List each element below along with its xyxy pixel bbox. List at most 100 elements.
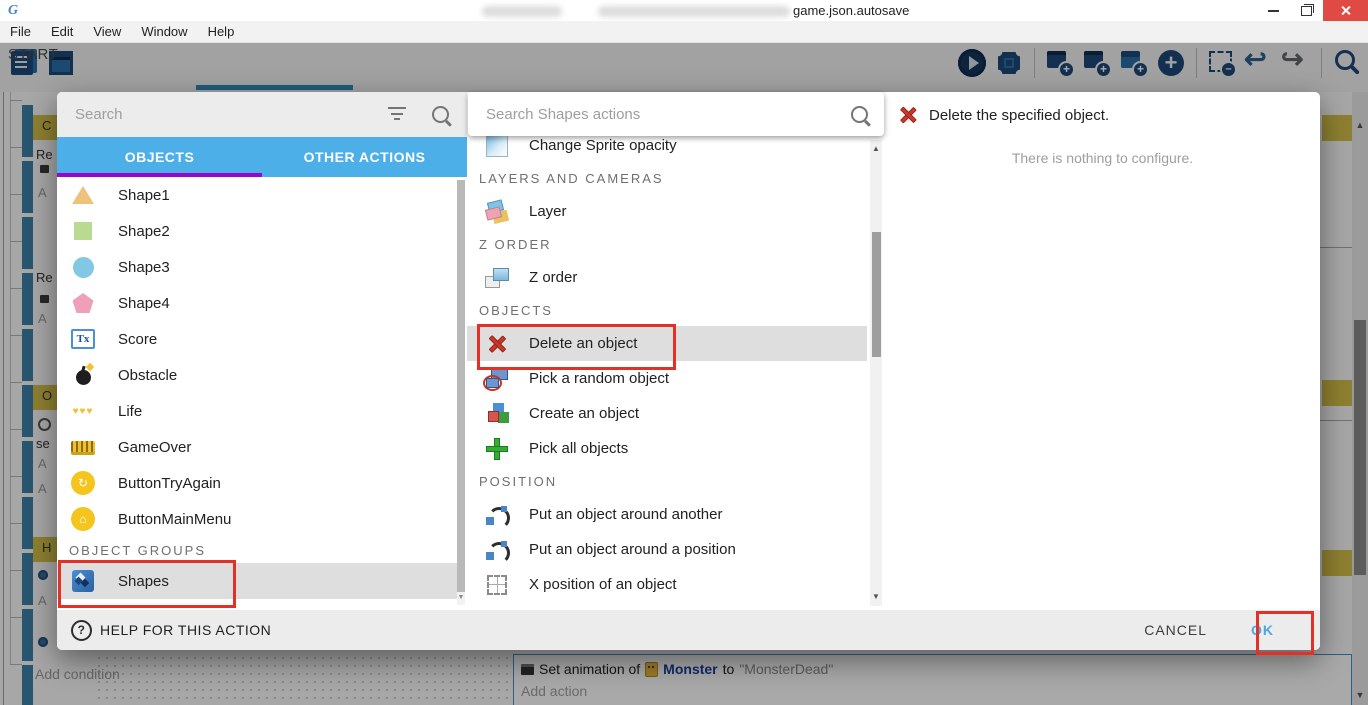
search-icon[interactable] bbox=[432, 106, 449, 123]
action-label: Put an object around a position bbox=[529, 541, 736, 558]
action-label: Layer bbox=[529, 203, 567, 220]
action-label: Delete an object bbox=[529, 335, 637, 352]
object-list-item-shape3[interactable]: Shape3 bbox=[57, 249, 461, 285]
bomb-icon bbox=[70, 366, 96, 385]
object-label: Shape4 bbox=[118, 295, 170, 312]
x-position-icon bbox=[485, 575, 509, 595]
menu-window[interactable]: Window bbox=[131, 24, 197, 39]
search-icon[interactable] bbox=[851, 106, 868, 123]
delete-object-icon bbox=[899, 106, 916, 123]
object-label: Life bbox=[118, 403, 142, 420]
objects-panel: OBJECTS OTHER ACTIONS Shape1 Shape2 Shape3… bbox=[57, 92, 467, 610]
action-label: Pick a random object bbox=[529, 370, 669, 387]
action-item-put-an-object-around-another[interactable]: Put an object around another bbox=[467, 497, 867, 532]
action-label: Put an object around another bbox=[529, 506, 722, 523]
retry-button-icon bbox=[70, 471, 96, 495]
scroll-up-icon[interactable]: ▲ bbox=[870, 144, 882, 153]
action-label: Z order bbox=[529, 269, 577, 286]
action-list-scrollbar[interactable]: ▲ ▼ bbox=[870, 140, 882, 606]
action-description-header: Delete the specified object. bbox=[899, 106, 1109, 124]
object-list: Shape1 Shape2 Shape3 Shape4 Score Obstacle Lif… bbox=[57, 177, 461, 537]
object-list-item-shape1[interactable]: Shape1 bbox=[57, 177, 461, 213]
action-item-delete-an-object[interactable]: Delete an object bbox=[467, 326, 867, 361]
menu-view[interactable]: View bbox=[83, 24, 131, 39]
action-label: Change Sprite opacity bbox=[529, 137, 677, 154]
home-button-icon bbox=[70, 507, 96, 531]
object-label: Shape2 bbox=[118, 223, 170, 240]
group-label: Shapes bbox=[118, 573, 169, 590]
scroll-down-icon[interactable]: ▼ bbox=[457, 594, 465, 601]
banner-icon bbox=[70, 441, 96, 453]
opacity-icon bbox=[485, 135, 509, 157]
menu-bar: FileEditViewWindowHelp bbox=[0, 21, 1368, 43]
help-for-this-action-button[interactable]: ? HELP FOR THIS ACTION bbox=[71, 620, 271, 641]
object-list-item-buttonmainmenu[interactable]: ButtonMainMenu bbox=[57, 501, 461, 537]
filter-icon[interactable] bbox=[388, 107, 406, 122]
object-list-scrollbar[interactable]: ▼ bbox=[457, 180, 465, 605]
object-list-item-score[interactable]: Score bbox=[57, 321, 461, 357]
circle-icon bbox=[70, 257, 96, 278]
action-item-layer[interactable]: Layer bbox=[467, 194, 867, 229]
around-position-icon bbox=[485, 540, 509, 560]
group-list-item-shapes[interactable]: Shapes bbox=[57, 563, 461, 599]
object-list-item-shape4[interactable]: Shape4 bbox=[57, 285, 461, 321]
redacted-path-blur bbox=[598, 6, 790, 17]
triangle-icon bbox=[70, 186, 96, 204]
action-item-pick-all-objects[interactable]: Pick all objects bbox=[467, 431, 867, 466]
object-list-item-life[interactable]: Life bbox=[57, 393, 461, 429]
action-label: Create an object bbox=[529, 405, 639, 422]
object-label: Score bbox=[118, 331, 157, 348]
help-label: HELP FOR THIS ACTION bbox=[100, 622, 271, 638]
objects-search-bar bbox=[57, 92, 467, 137]
cancel-button[interactable]: CANCEL bbox=[1136, 616, 1215, 644]
dialog-footer: ? HELP FOR THIS ACTION CANCEL OK bbox=[57, 610, 1320, 650]
scroll-down-icon[interactable]: ▼ bbox=[870, 592, 882, 601]
object-list-item-buttontryagain[interactable]: ButtonTryAgain bbox=[57, 465, 461, 501]
actions-search-bar bbox=[468, 92, 884, 136]
action-item-x-position-of-an-object[interactable]: X position of an object bbox=[467, 567, 867, 602]
configuration-panel: Delete the specified object. There is no… bbox=[885, 92, 1320, 610]
menu-help[interactable]: Help bbox=[198, 24, 245, 39]
section-header: POSITION bbox=[467, 466, 867, 497]
object-panel-tabs: OBJECTS OTHER ACTIONS bbox=[57, 137, 467, 177]
object-list-item-shape2[interactable]: Shape2 bbox=[57, 213, 461, 249]
object-label: Shape1 bbox=[118, 187, 170, 204]
scrollbar-thumb[interactable] bbox=[457, 180, 465, 592]
actions-search-input[interactable] bbox=[468, 105, 851, 124]
objects-search-input[interactable] bbox=[57, 105, 388, 124]
gdevelop-logo-icon: G bbox=[8, 3, 18, 19]
action-item-create-an-object[interactable]: Create an object bbox=[467, 396, 867, 431]
action-item-z-order[interactable]: Z order bbox=[467, 260, 867, 295]
window-title: game.json.autosave bbox=[793, 3, 909, 18]
section-header: LAYERS AND CAMERAS bbox=[467, 163, 867, 194]
pentagon-icon bbox=[70, 293, 96, 313]
close-icon[interactable] bbox=[1323, 0, 1368, 21]
menu-file[interactable]: File bbox=[0, 24, 41, 39]
scrollbar-thumb[interactable] bbox=[872, 232, 881, 357]
title-bar: G game.json.autosave bbox=[0, 0, 1368, 21]
object-label: Shape3 bbox=[118, 259, 170, 276]
square-icon bbox=[70, 222, 96, 240]
object-groups-header: OBJECT GROUPS bbox=[57, 537, 461, 563]
object-label: GameOver bbox=[118, 439, 191, 456]
text-object-icon bbox=[70, 329, 96, 349]
object-list-item-gameover[interactable]: GameOver bbox=[57, 429, 461, 465]
menu-edit[interactable]: Edit bbox=[41, 24, 83, 39]
action-description: Delete the specified object. bbox=[929, 107, 1109, 124]
action-item-pick-a-random-object[interactable]: Pick a random object bbox=[467, 361, 867, 396]
object-group-list: Shapes bbox=[57, 563, 461, 599]
minimize-icon[interactable] bbox=[1258, 0, 1288, 21]
action-label: Pick all objects bbox=[529, 440, 628, 457]
tab-objects-label: OBJECTS bbox=[125, 149, 195, 165]
layer-icon bbox=[485, 201, 509, 223]
restore-icon[interactable] bbox=[1291, 0, 1321, 21]
tab-objects[interactable]: OBJECTS bbox=[57, 137, 262, 177]
help-icon: ? bbox=[71, 620, 92, 641]
action-item-put-an-object-around-a-position[interactable]: Put an object around a position bbox=[467, 532, 867, 567]
tab-other-actions-label: OTHER ACTIONS bbox=[304, 149, 426, 165]
action-label: X position of an object bbox=[529, 576, 677, 593]
tab-other-actions[interactable]: OTHER ACTIONS bbox=[262, 137, 467, 177]
ok-button[interactable]: OK bbox=[1243, 616, 1282, 644]
object-list-item-obstacle[interactable]: Obstacle bbox=[57, 357, 461, 393]
pick-all-objects-icon bbox=[485, 438, 509, 460]
